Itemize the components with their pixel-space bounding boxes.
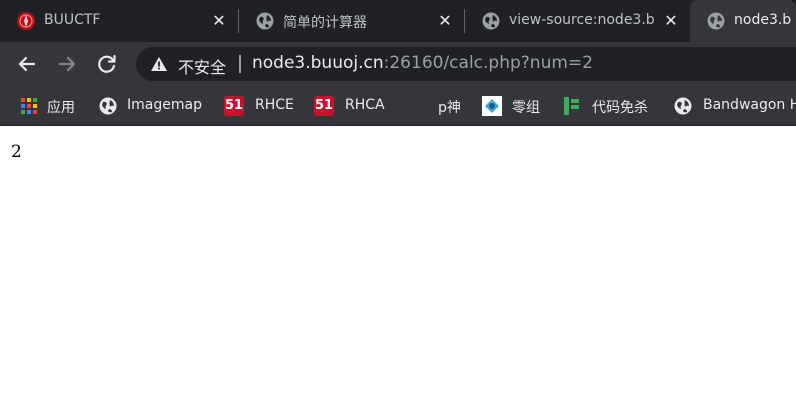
51cto-icon: 51 (224, 96, 244, 116)
bookmark-label: Imagemap (127, 97, 202, 113)
address-bar[interactable]: 不安全 node3.buuoj.cn:26160/calc.php?num=2 (136, 47, 796, 81)
zero-group-icon (482, 96, 502, 116)
page-content: 2 (0, 127, 796, 409)
bookmark-label: RHCE (255, 97, 294, 113)
close-icon[interactable]: ✕ (662, 12, 680, 30)
tab-title: view-source:node3.b (509, 12, 655, 28)
tab-title: 简单的计算器 (283, 15, 367, 31)
globe-icon (482, 12, 500, 30)
apps-grid-icon (21, 98, 37, 114)
forward-arrow-icon[interactable] (53, 50, 81, 78)
url-host: node3.buuoj.cn (252, 53, 384, 73)
url-text[interactable]: node3.buuoj.cn:26160/calc.php?num=2 (252, 53, 593, 73)
url-path: :26160/calc.php?num=2 (383, 53, 593, 73)
back-arrow-icon[interactable] (13, 50, 41, 78)
tab-active-calc[interactable]: node3.b (690, 0, 796, 42)
security-status-label[interactable]: 不安全 (178, 54, 226, 78)
bookmark-label: 应用 (47, 100, 75, 116)
calc-output: 2 (11, 142, 22, 162)
bookmarks-bar: 应用 Imagemap 51 RHCE 51 RHCA p神 零组 代码免杀 B… (0, 86, 796, 126)
warning-triangle-icon[interactable] (150, 55, 168, 73)
bookmark-label: RHCA (345, 97, 385, 113)
tab-title: node3.b (734, 12, 792, 28)
tab-buuctf[interactable]: BUUCTF ✕ (0, 0, 238, 42)
bookmark-label: 零组 (512, 100, 540, 116)
globe-icon (674, 97, 692, 115)
bookmark-label: 代码免杀 (592, 100, 648, 116)
buuctf-logo-icon (17, 12, 35, 30)
close-icon[interactable]: ✕ (210, 12, 228, 30)
green-doc-icon (564, 97, 579, 115)
51cto-icon: 51 (314, 96, 334, 116)
tab-view-source[interactable]: view-source:node3.b ✕ (465, 0, 690, 42)
tab-title: BUUCTF (44, 12, 101, 28)
omnibox-divider (239, 55, 241, 73)
globe-icon (707, 12, 725, 30)
tab-calculator[interactable]: 简单的计算器 ✕ (239, 0, 464, 42)
tab-strip: BUUCTF ✕ 简单的计算器 ✕ view-source:node3.b ✕ … (0, 0, 796, 42)
globe-icon (256, 12, 274, 30)
close-icon[interactable]: ✕ (436, 12, 454, 30)
bookmark-label: p神 (438, 100, 461, 116)
reload-icon[interactable] (93, 50, 121, 78)
globe-icon (99, 97, 117, 115)
browser-toolbar: 不安全 node3.buuoj.cn:26160/calc.php?num=2 (0, 42, 796, 86)
bookmark-label: Bandwagon H (703, 97, 796, 113)
